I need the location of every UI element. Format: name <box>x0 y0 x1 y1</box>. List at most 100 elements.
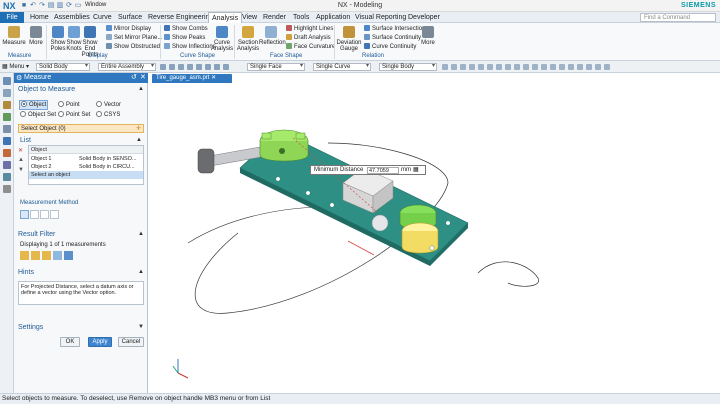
tab-tools[interactable]: Tools <box>290 12 312 23</box>
section-hints[interactable]: Hints ▲ <box>16 268 146 277</box>
show-inflections-button[interactable]: Show Inflections <box>164 43 216 51</box>
copy-value-icon[interactable]: ▦ <box>413 166 419 175</box>
tab-visual-reporting[interactable]: Visual Reporting <box>352 12 409 23</box>
distance-method-icon[interactable] <box>20 210 29 219</box>
file-menu[interactable]: File <box>0 12 24 23</box>
filter-icon[interactable] <box>178 64 184 70</box>
more-measure-button[interactable]: More <box>24 26 48 46</box>
roles-icon[interactable] <box>3 173 11 181</box>
curve-rule-select[interactable]: Single Curve <box>313 63 371 71</box>
snap-icon[interactable] <box>496 64 502 70</box>
list-section[interactable]: List ▲ <box>18 136 144 145</box>
web-browser-icon[interactable] <box>3 137 11 145</box>
filter-icon[interactable] <box>196 64 202 70</box>
radio-point[interactable]: Point <box>58 101 80 109</box>
object-list[interactable]: Object Object 1 Solid Body in SENSO... Ob… <box>28 145 144 185</box>
section-result-filter[interactable]: Result Filter ▲ <box>16 230 146 239</box>
snap-icon[interactable] <box>577 64 583 70</box>
system-materials-icon[interactable] <box>3 185 11 193</box>
screen-distance-icon[interactable] <box>40 210 49 219</box>
show-peaks-button[interactable]: Show Peaks <box>164 34 205 42</box>
curve-analysis-button[interactable]: Curve Analysis <box>210 26 234 52</box>
snap-icon[interactable] <box>595 64 601 70</box>
tab-curve[interactable]: Curve <box>90 12 115 23</box>
filter-icon[interactable] <box>169 64 175 70</box>
tab-developer[interactable]: Developer <box>405 12 443 23</box>
surface-continuity-button[interactable]: Surface Continuity <box>364 34 421 42</box>
tab-surface[interactable]: Surface <box>115 12 145 23</box>
select-object-field[interactable]: Select Object (0) ✛ <box>18 124 144 133</box>
filter-icon[interactable] <box>223 64 229 70</box>
snap-icon[interactable] <box>541 64 547 70</box>
face-rule-select[interactable]: Single Face <box>247 63 305 71</box>
tab-application[interactable]: Application <box>313 12 353 23</box>
show-combs-button[interactable]: Show Combs <box>164 25 208 33</box>
radio-vector[interactable]: Vector <box>96 101 121 109</box>
ok-button[interactable]: OK <box>60 337 80 347</box>
measure-button[interactable]: Measure <box>2 26 26 46</box>
snap-icon[interactable] <box>505 64 511 70</box>
process-studio-icon[interactable] <box>3 161 11 169</box>
snap-icon[interactable] <box>487 64 493 70</box>
remove-icon[interactable]: ✕ <box>18 147 23 154</box>
snap-icon[interactable] <box>604 64 610 70</box>
snap-icon[interactable] <box>478 64 484 70</box>
measurement-tooltip[interactable]: Minimum Distance 47.7059 mm ▦ <box>310 165 426 175</box>
list-item[interactable]: Object 1 Solid Body in SENSO... <box>29 155 143 163</box>
snap-icon[interactable] <box>451 64 457 70</box>
history-icon[interactable] <box>3 125 11 133</box>
cancel-button[interactable]: Cancel <box>118 337 144 347</box>
filter-angle-icon[interactable] <box>31 251 40 260</box>
tab-home[interactable]: Home <box>27 12 52 23</box>
list-item[interactable]: Object 2 Solid Body in CIRCU... <box>29 163 143 171</box>
snap-icon[interactable] <box>469 64 475 70</box>
filter-distance-icon[interactable] <box>20 251 29 260</box>
snap-icon[interactable] <box>523 64 529 70</box>
snap-icon[interactable] <box>442 64 448 70</box>
snap-icon[interactable] <box>559 64 565 70</box>
tab-assemblies[interactable]: Assemblies <box>51 12 93 23</box>
section-analysis-button[interactable]: Section Analysis <box>236 26 260 52</box>
snap-icon[interactable] <box>460 64 466 70</box>
type-filter-select[interactable]: Solid Body <box>36 63 90 71</box>
radio-point-set[interactable]: Point Set <box>58 111 90 119</box>
face-curvature-button[interactable]: Face Curvature <box>286 43 335 51</box>
tab-render[interactable]: Render <box>260 12 289 23</box>
palette-icon[interactable] <box>3 149 11 157</box>
model-view[interactable] <box>148 73 720 393</box>
filter-volume-icon[interactable] <box>64 251 73 260</box>
curve-continuity-button[interactable]: Curve Continuity <box>364 43 416 51</box>
highlight-lines-button[interactable]: Highlight Lines <box>286 25 333 33</box>
radio-csys[interactable]: CSYS <box>96 111 120 119</box>
snap-icon[interactable] <box>586 64 592 70</box>
filter-icon[interactable] <box>160 64 166 70</box>
radio-object[interactable]: Object <box>19 100 49 110</box>
graphics-window[interactable]: Tire_gauge_asm.prt ✕ Minimum Distance 47… <box>148 73 720 393</box>
close-icon[interactable]: ✕ <box>140 73 146 81</box>
find-command-input[interactable]: Find a Command <box>640 13 716 22</box>
body-rule-select[interactable]: Single Body <box>379 63 437 71</box>
tab-view[interactable]: View <box>239 12 260 23</box>
move-up-icon[interactable]: ▲ <box>18 157 24 163</box>
section-settings[interactable]: Settings ▼ <box>16 323 146 332</box>
length-method-icon[interactable] <box>50 210 59 219</box>
filter-icon[interactable] <box>187 64 193 70</box>
filter-area-icon[interactable] <box>53 251 62 260</box>
filter-icon[interactable] <box>214 64 220 70</box>
filter-curve-icon[interactable] <box>42 251 51 260</box>
projected-distance-icon[interactable] <box>30 210 39 219</box>
tab-reverse-engineering[interactable]: Reverse Engineering <box>145 12 216 23</box>
assembly-navigator-icon[interactable] <box>3 89 11 97</box>
section-object-to-measure[interactable]: Object to Measure ▲ <box>16 85 146 94</box>
more-relation-button[interactable]: More <box>416 26 440 46</box>
tooltip-value-input[interactable]: 47.7059 <box>367 167 399 174</box>
filter-icon[interactable] <box>205 64 211 70</box>
gear-icon[interactable]: ⚙ <box>16 74 22 82</box>
apply-button[interactable]: Apply <box>88 337 112 347</box>
reset-icon[interactable]: ↺ <box>131 73 137 81</box>
set-mirror-plane-button[interactable]: Set Mirror Plane... <box>106 34 162 42</box>
snap-icon[interactable] <box>514 64 520 70</box>
menu-dropdown[interactable]: ▦ Menu ▾ <box>2 63 29 70</box>
reflection-button[interactable]: Reflection <box>259 26 286 46</box>
list-item[interactable]: Select an object <box>29 171 143 179</box>
